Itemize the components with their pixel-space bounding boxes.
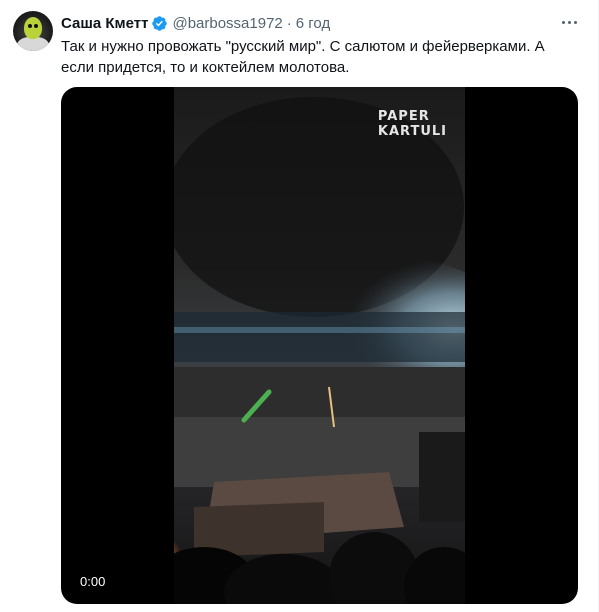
verified-badge-icon xyxy=(152,15,168,31)
video-player[interactable]: PAPER KARTULI 0:00 xyxy=(61,87,578,604)
tweet-text: Так и нужно провожать "русский мир". С с… xyxy=(61,38,545,76)
video-frame[interactable]: PAPER KARTULI xyxy=(174,87,465,604)
tweet-header: Саша Кметт @barbossa1972 · 6 год xyxy=(61,13,330,33)
avatar[interactable] xyxy=(13,11,53,51)
video-watermark: PAPER KARTULI xyxy=(377,109,447,139)
author-name[interactable]: Саша Кметт xyxy=(61,15,148,32)
tweet-time[interactable]: 6 год xyxy=(296,15,330,32)
video-timestamp: 0:00 xyxy=(80,574,106,589)
more-dots-icon[interactable] xyxy=(557,12,581,32)
author-handle[interactable]: @barbossa1972 xyxy=(172,15,282,32)
separator-dot: · xyxy=(286,14,292,32)
